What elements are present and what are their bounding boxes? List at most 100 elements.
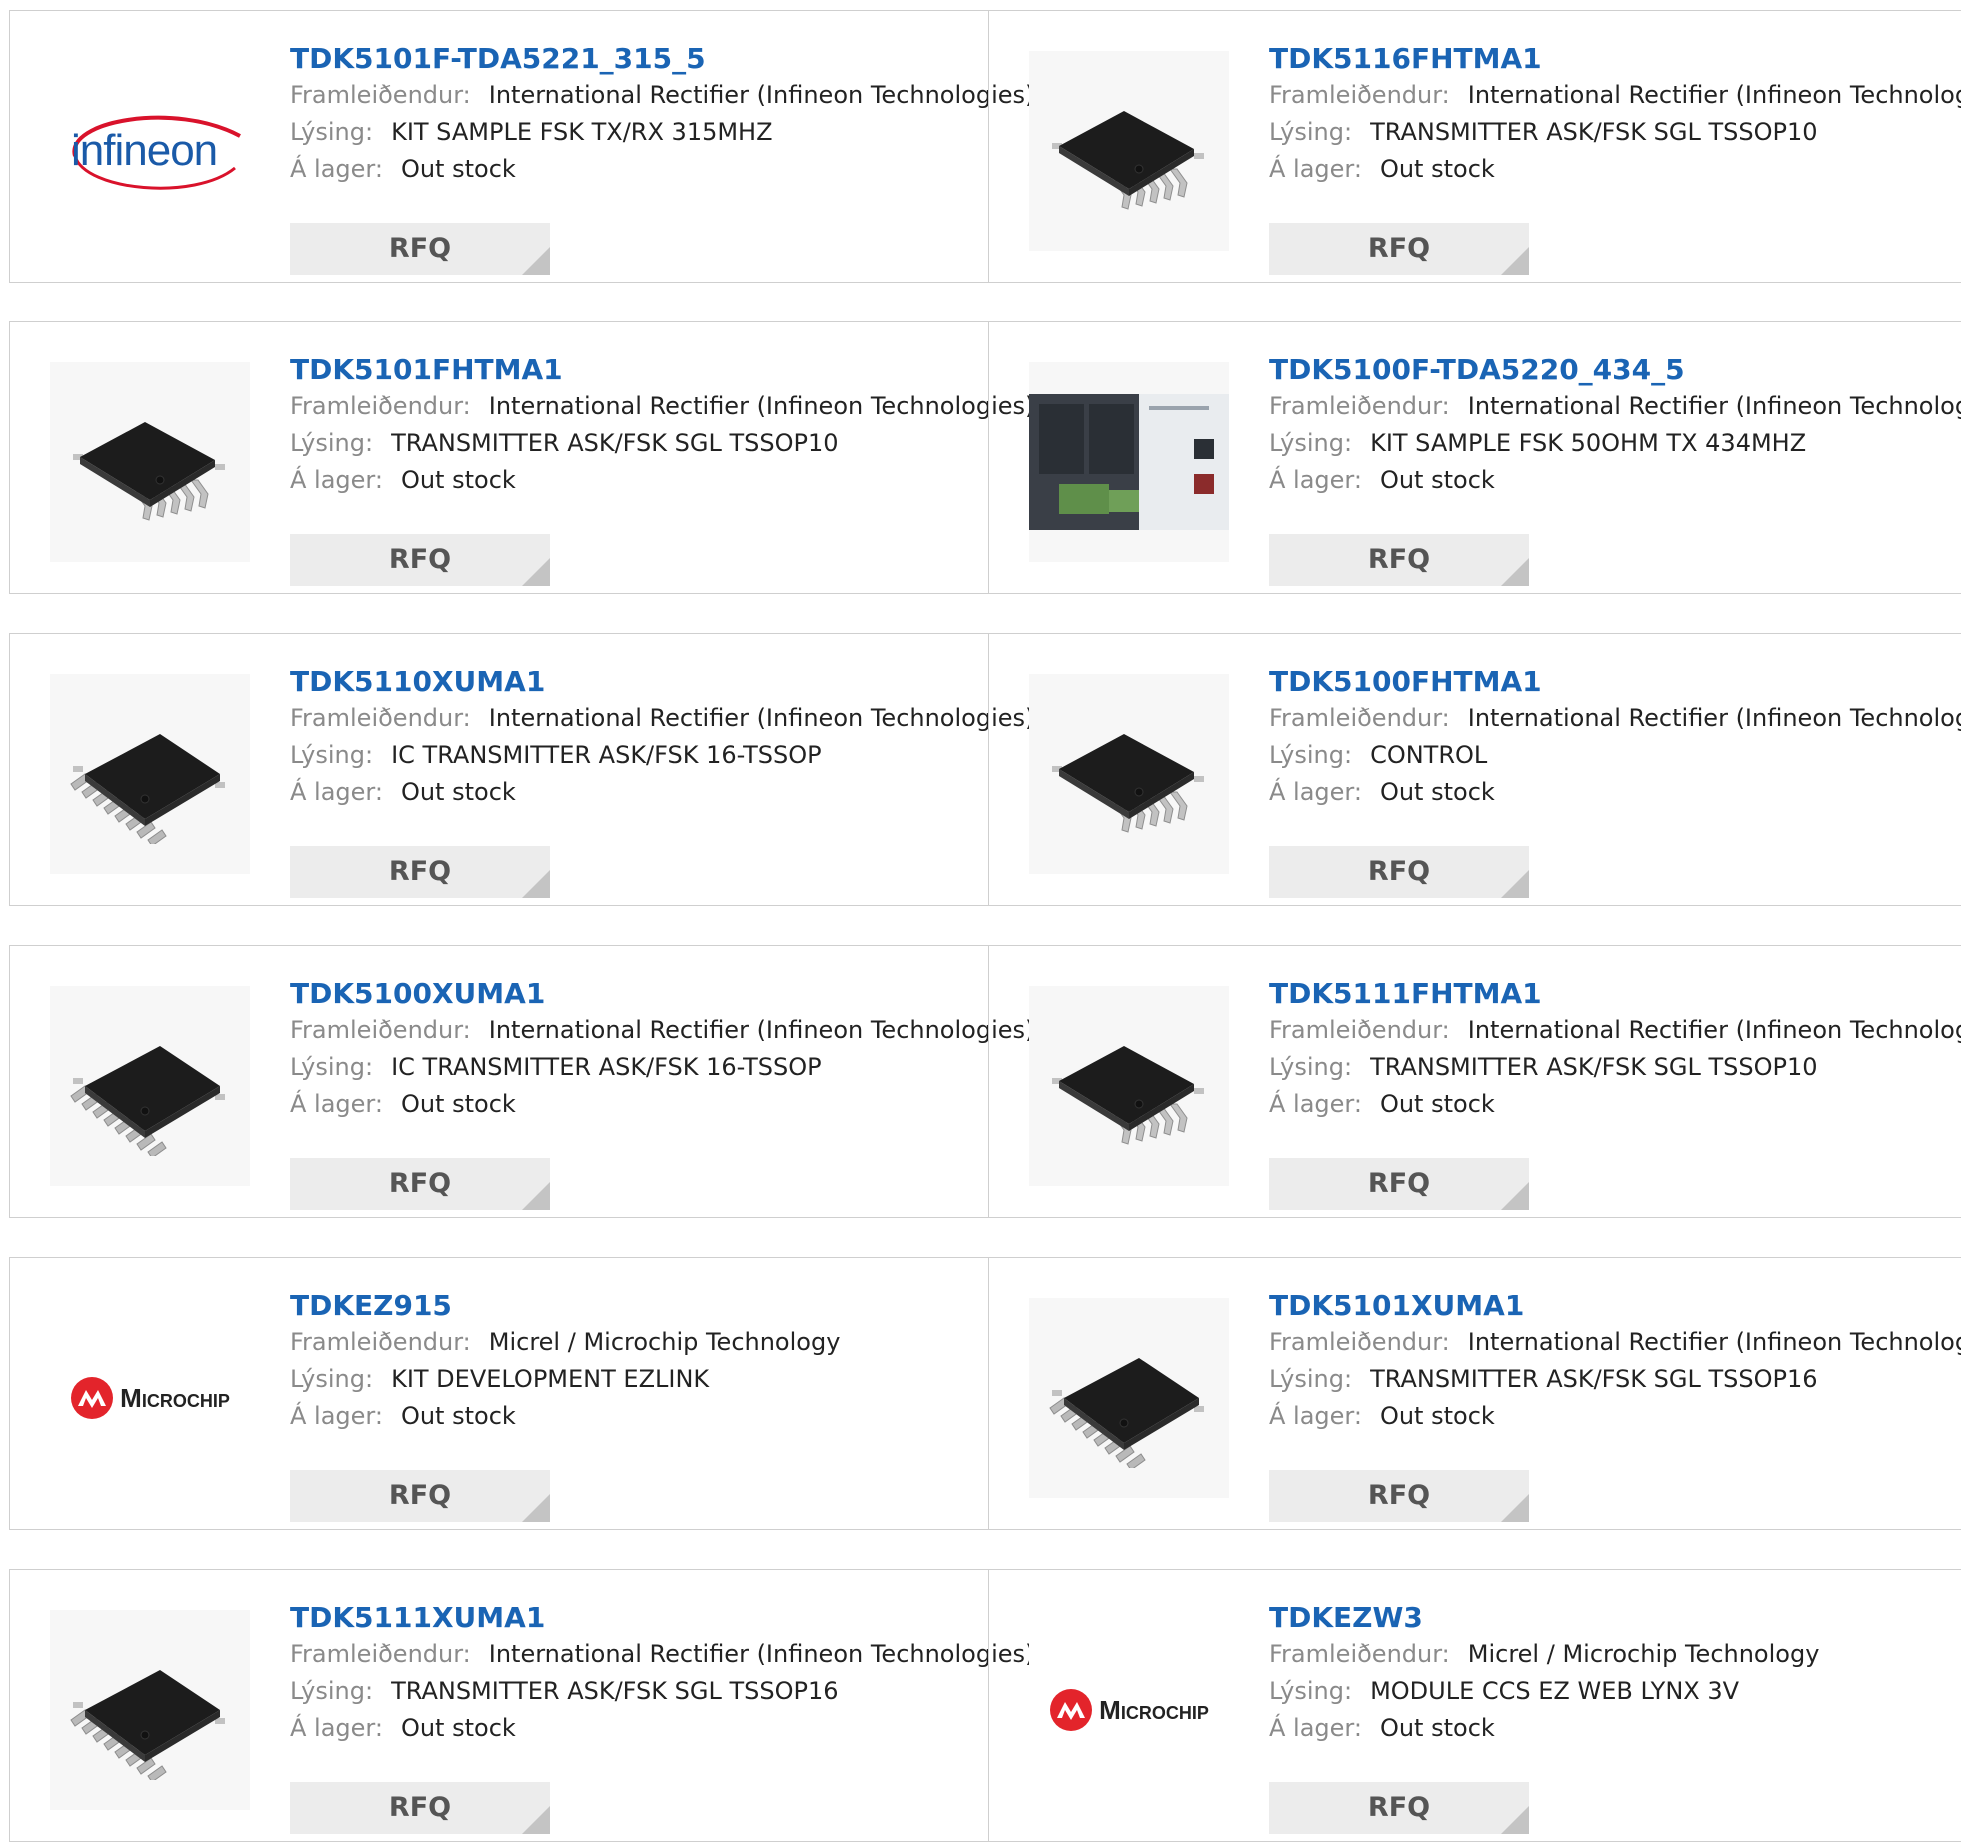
manufacturer-logo[interactable]: infineon	[50, 51, 250, 251]
product-part-link[interactable]: TDKEZW3	[1269, 1600, 1961, 1636]
manufacturer-value: International Rectifier (Infineon Techno…	[488, 81, 1035, 109]
rfq-button[interactable]: RFQ	[290, 1782, 550, 1834]
stock-label: Á lager:	[1269, 1090, 1362, 1118]
product-stock-line: Á lager: Out stock	[290, 774, 987, 811]
product-card: Microchip TDKEZW3 Framleiðendur: Micrel / M…	[988, 1570, 1961, 1841]
manufacturer-label: Framleiðendur:	[1269, 704, 1450, 732]
description-value: IC TRANSMITTER ASK/FSK 16-TSSOP	[391, 741, 822, 769]
corner-triangle-icon	[1501, 558, 1529, 586]
manufacturer-logo[interactable]: Microchip	[50, 1298, 250, 1498]
product-card: infineon TDK5101F-TDA5221_315_5 Framleiðen…	[10, 11, 1034, 282]
stock-value: Out stock	[1379, 778, 1495, 806]
product-stock-line: Á lager: Out stock	[1269, 1086, 1961, 1123]
stock-label: Á lager:	[1269, 155, 1362, 183]
manufacturer-value: International Rectifier (Infineon Techno…	[488, 704, 1035, 732]
product-image[interactable]	[50, 1610, 250, 1810]
manufacturer-label: Framleiðendur:	[1269, 1328, 1450, 1356]
product-card: TDK5110XUMA1 Framleiðendur: International …	[10, 634, 1034, 905]
product-image[interactable]	[1029, 1298, 1229, 1498]
product-image[interactable]	[50, 362, 250, 562]
description-value: MODULE CCS EZ WEB LYNX 3V	[1370, 1677, 1740, 1705]
stock-label: Á lager:	[1269, 1402, 1362, 1430]
description-label: Lýsing:	[290, 429, 374, 457]
product-image[interactable]	[1029, 986, 1229, 1186]
rfq-button-label: RFQ	[388, 544, 452, 575]
description-label: Lýsing:	[1269, 429, 1353, 457]
manufacturer-value: International Rectifier (Infineon Techno…	[1467, 704, 1961, 732]
product-image[interactable]	[1029, 674, 1229, 874]
product-part-link[interactable]: TDK5101F-TDA5221_315_5	[290, 41, 987, 77]
manufacturer-label: Framleiðendur:	[1269, 392, 1450, 420]
product-image[interactable]	[50, 986, 250, 1186]
product-part-link[interactable]: TDK5111FHTMA1	[1269, 976, 1961, 1012]
product-description-line: Lýsing: TRANSMITTER ASK/FSK SGL TSSOP10	[1269, 1049, 1961, 1086]
rfq-button[interactable]: RFQ	[1269, 534, 1529, 586]
rfq-button-label: RFQ	[388, 233, 452, 264]
product-stock-line: Á lager: Out stock	[290, 1398, 987, 1435]
manufacturer-label: Framleiðendur:	[290, 392, 471, 420]
product-part-link[interactable]: TDK5116FHTMA1	[1269, 41, 1961, 77]
corner-triangle-icon	[522, 870, 550, 898]
product-stock-line: Á lager: Out stock	[290, 1086, 987, 1123]
rfq-button[interactable]: RFQ	[290, 534, 550, 586]
product-part-link[interactable]: TDK5101XUMA1	[1269, 1288, 1961, 1324]
description-label: Lýsing:	[290, 1365, 374, 1393]
rfq-button[interactable]: RFQ	[290, 1470, 550, 1522]
product-stock-line: Á lager: Out stock	[290, 1710, 987, 1747]
product-part-link[interactable]: TDK5100FHTMA1	[1269, 664, 1961, 700]
rfq-button-label: RFQ	[1367, 1792, 1431, 1823]
rfq-button-label: RFQ	[1367, 1480, 1431, 1511]
product-manufacturer-line: Framleiðendur: Micrel / Microchip Technol…	[290, 1324, 987, 1361]
product-part-link[interactable]: TDK5101FHTMA1	[290, 352, 987, 388]
rfq-button[interactable]: RFQ	[1269, 1158, 1529, 1210]
rfq-button[interactable]: RFQ	[290, 223, 550, 275]
stock-value: Out stock	[1379, 1090, 1495, 1118]
product-stock-line: Á lager: Out stock	[1269, 151, 1961, 188]
rfq-button[interactable]: RFQ	[1269, 1470, 1529, 1522]
product-manufacturer-line: Framleiðendur: International Rectifier (I…	[1269, 1012, 1961, 1049]
product-manufacturer-line: Framleiðendur: International Rectifier (I…	[290, 388, 1034, 425]
stock-value: Out stock	[1379, 1714, 1495, 1742]
stock-value: Out stock	[400, 1714, 516, 1742]
rfq-button[interactable]: RFQ	[1269, 846, 1529, 898]
manufacturer-value: International Rectifier (Infineon Techno…	[1467, 1016, 1961, 1044]
product-image[interactable]	[1029, 362, 1229, 562]
product-info: TDK5101FHTMA1 Framleiðendur: International…	[290, 352, 1034, 586]
stock-label: Á lager:	[1269, 1714, 1362, 1742]
rfq-button[interactable]: RFQ	[290, 846, 550, 898]
rfq-button[interactable]: RFQ	[1269, 1782, 1529, 1834]
product-row: TDK5100XUMA1 Framleiðendur: International …	[9, 945, 1961, 1218]
stock-label: Á lager:	[1269, 778, 1362, 806]
rfq-button[interactable]: RFQ	[290, 1158, 550, 1210]
product-image[interactable]	[50, 674, 250, 874]
product-part-link[interactable]: TDKEZ915	[290, 1288, 987, 1324]
product-manufacturer-line: Framleiðendur: International Rectifier (I…	[290, 700, 1034, 737]
product-part-link[interactable]: TDK5100F-TDA5220_434_5	[1269, 352, 1961, 388]
stock-label: Á lager:	[290, 155, 383, 183]
product-info: TDK5110XUMA1 Framleiðendur: International …	[290, 664, 1034, 898]
product-part-link[interactable]: TDK5110XUMA1	[290, 664, 987, 700]
product-part-link[interactable]: TDK5111XUMA1	[290, 1600, 987, 1636]
microchip-logo-text: Microchip	[1099, 1694, 1209, 1725]
description-value: TRANSMITTER ASK/FSK SGL TSSOP10	[1370, 118, 1818, 146]
manufacturer-label: Framleiðendur:	[290, 704, 471, 732]
product-description-line: Lýsing: MODULE CCS EZ WEB LYNX 3V	[1269, 1673, 1961, 1710]
rfq-button[interactable]: RFQ	[1269, 223, 1529, 275]
product-part-link[interactable]: TDK5100XUMA1	[290, 976, 987, 1012]
microchip-logo-text: Microchip	[120, 1382, 230, 1413]
product-description-line: Lýsing: IC TRANSMITTER ASK/FSK 16-TSSOP	[290, 737, 987, 774]
rfq-button-label: RFQ	[388, 1168, 452, 1199]
product-card: TDK5100XUMA1 Framleiðendur: International …	[10, 946, 1034, 1217]
product-info: TDK5101XUMA1 Framleiðendur: International …	[1269, 1288, 1961, 1522]
product-description-line: Lýsing: TRANSMITTER ASK/FSK SGL TSSOP10	[1269, 114, 1961, 151]
product-stock-line: Á lager: Out stock	[290, 151, 987, 188]
product-image[interactable]	[1029, 51, 1229, 251]
description-value: TRANSMITTER ASK/FSK SGL TSSOP10	[391, 429, 839, 457]
stock-value: Out stock	[400, 1402, 516, 1430]
corner-triangle-icon	[522, 558, 550, 586]
product-manufacturer-line: Framleiðendur: Micrel / Microchip Technol…	[1269, 1636, 1961, 1673]
product-card: TDK5116FHTMA1 Framleiðendur: International…	[988, 11, 1961, 282]
manufacturer-logo[interactable]: Microchip	[1029, 1610, 1229, 1810]
manufacturer-value: International Rectifier (Infineon Techno…	[1467, 81, 1961, 109]
product-info: TDK5111XUMA1 Framleiðendur: International …	[290, 1600, 1034, 1834]
